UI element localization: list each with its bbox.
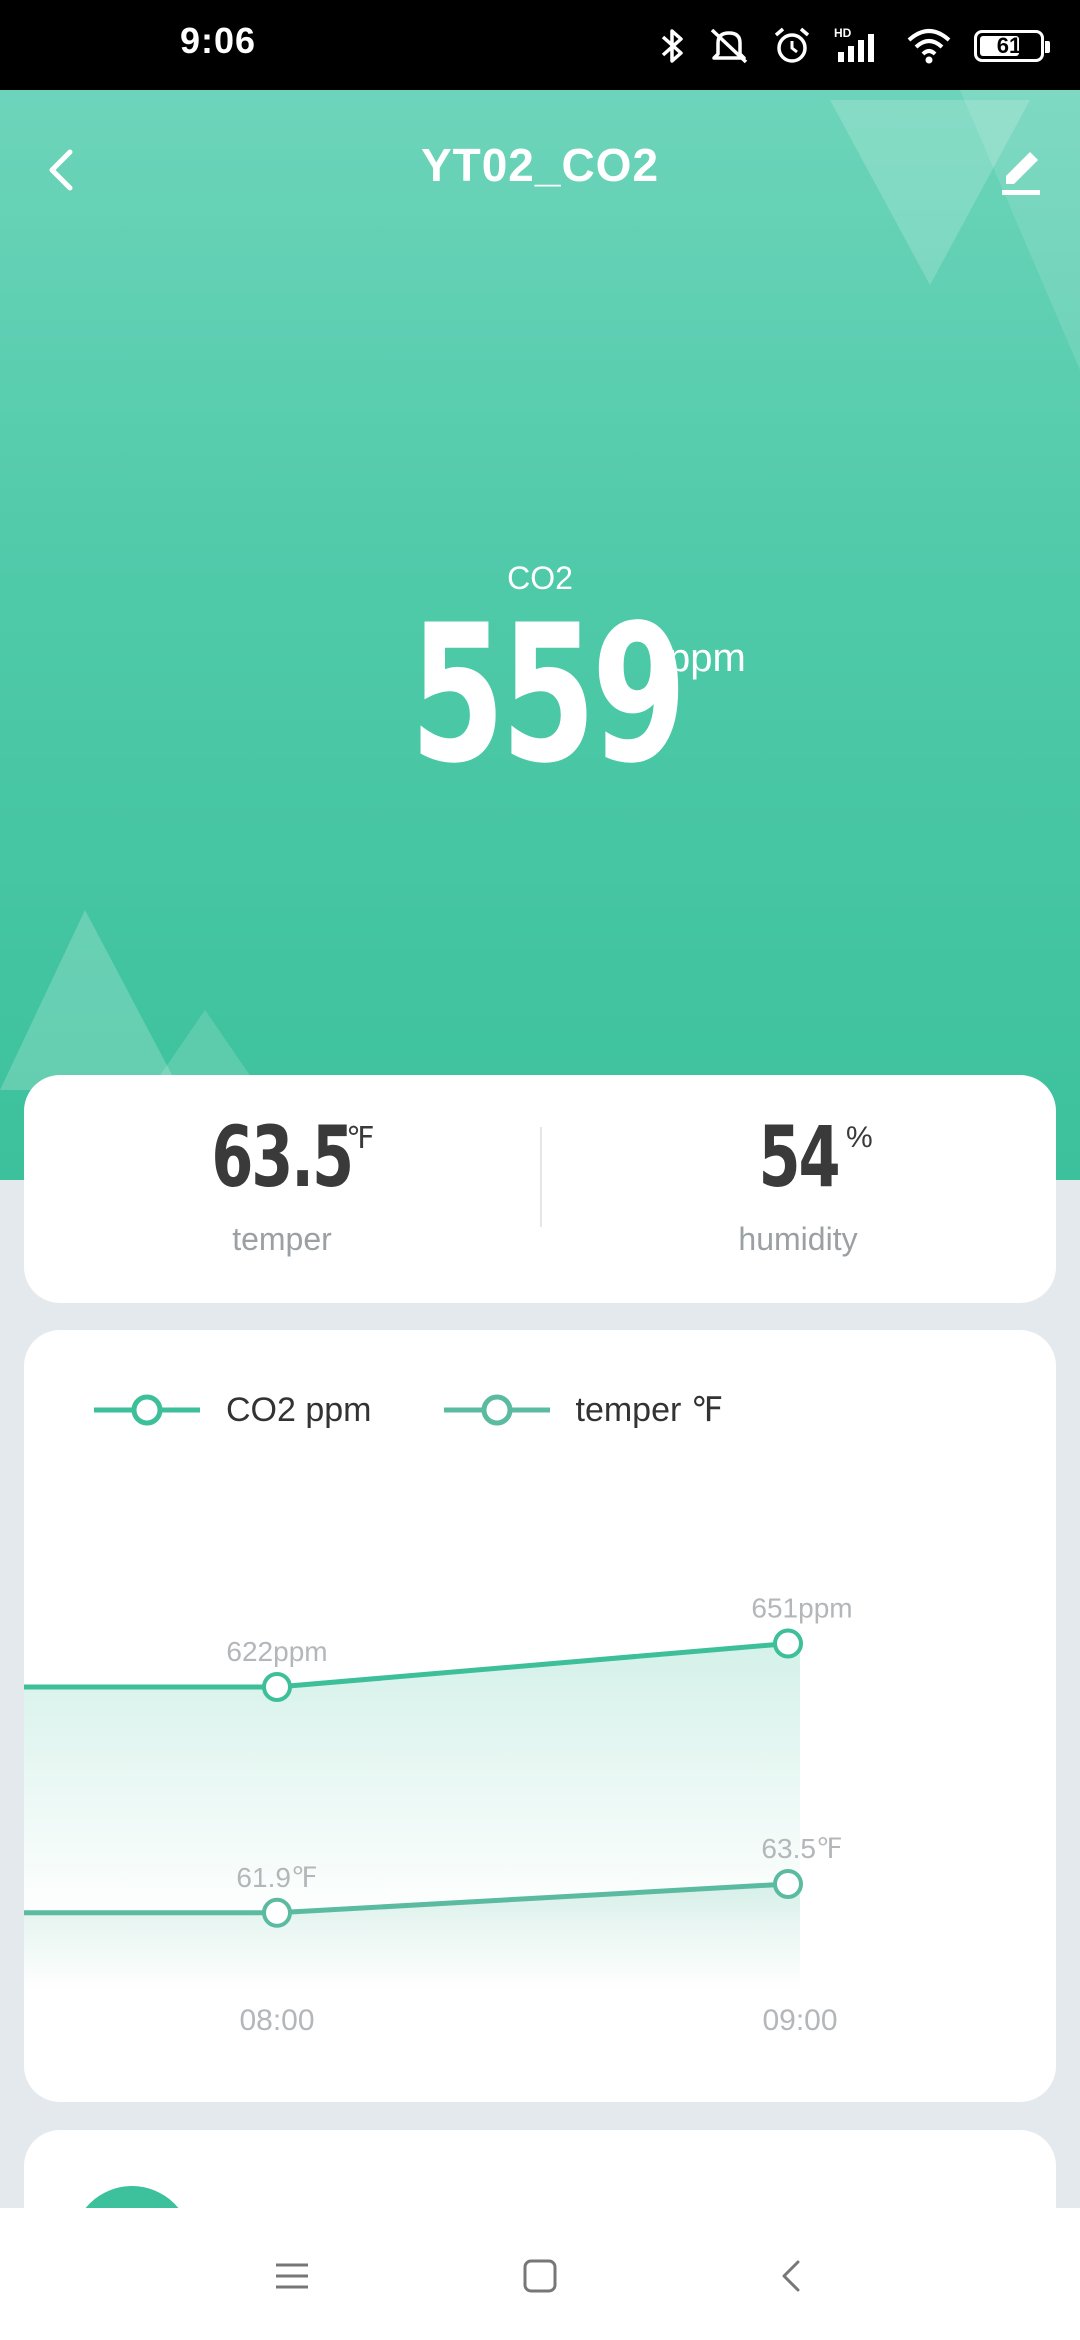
mute-icon [710, 28, 748, 64]
data-label: 622ppm [226, 1636, 327, 1667]
pencil-icon [1002, 152, 1040, 195]
chart-legend: CO2 ppm temper ℉ [92, 1390, 793, 1430]
data-label: 651ppm [751, 1593, 852, 1624]
x-tick-label: 09:00 [762, 2004, 837, 2037]
stat-unit: ℉ [346, 1122, 375, 1155]
trend-chart: 622ppm 651ppm 61.9℉ 63.5℉ 08:00 09:00 [24, 1593, 853, 2037]
svg-text:HD: HD [834, 26, 852, 40]
status-time: 9:06 [180, 20, 257, 61]
home-button[interactable] [512, 2248, 568, 2304]
stat-temper: 63.5 ℉ temper [24, 1115, 540, 1258]
back-triangle-icon [782, 2260, 800, 2292]
stat-label: temper [232, 1221, 332, 1257]
data-point [262, 1897, 292, 1928]
battery-icon: 61 [974, 30, 1050, 62]
stat-value: 54 [758, 1108, 840, 1206]
stat-unit: % [846, 1121, 873, 1154]
chart-card: 622ppm 651ppm 61.9℉ 63.5℉ 08:00 09:00 CO2 ppm… [24, 1330, 1056, 2102]
data-label: 63.5℉ [761, 1833, 842, 1864]
stat-humidity: 54 % humidity [540, 1115, 1056, 1258]
data-point [262, 1672, 292, 1702]
data-label: 61.9℉ [236, 1862, 317, 1893]
legend-marker-icon [94, 1394, 200, 1426]
status-bar: 9:06 HD 61 [0, 0, 1080, 90]
legend-label: CO2 ppm [226, 1390, 372, 1429]
data-point [773, 1869, 803, 1899]
stat-value: 63.5 [211, 1108, 355, 1206]
bluetooth-icon [661, 29, 683, 63]
wifi-icon [907, 29, 951, 64]
legend-item-co2[interactable]: CO2 ppm [92, 1390, 372, 1430]
navigation-bar [0, 2208, 1080, 2340]
battery-level: 61 [996, 33, 1022, 58]
edit-button[interactable] [988, 140, 1052, 204]
page-title: YT02_CO2 [420, 139, 660, 191]
stat-label: humidity [738, 1221, 858, 1257]
signal-icon: HD [834, 26, 874, 62]
alarm-icon [774, 27, 810, 63]
back-nav-button[interactable] [764, 2248, 820, 2304]
legend-item-temper[interactable]: temper ℉ [442, 1390, 724, 1430]
metric-value: 559 [410, 584, 687, 805]
data-point [773, 1628, 803, 1659]
menu-icon [276, 2263, 308, 2289]
home-square-icon [523, 2259, 557, 2293]
x-tick-label: 08:00 [239, 2004, 314, 2037]
stats-card: 63.5 ℉ temper 54 % humidity [24, 1075, 1056, 1303]
menu-button[interactable] [264, 2248, 320, 2304]
hero-panel: YT02_CO2 CO2 559 ppm [0, 90, 1080, 1180]
status-icons: HD 61 [660, 24, 1050, 68]
metric-unit: ppm [668, 636, 746, 680]
legend-label: temper ℉ [575, 1391, 724, 1429]
legend-marker-icon [443, 1394, 550, 1426]
